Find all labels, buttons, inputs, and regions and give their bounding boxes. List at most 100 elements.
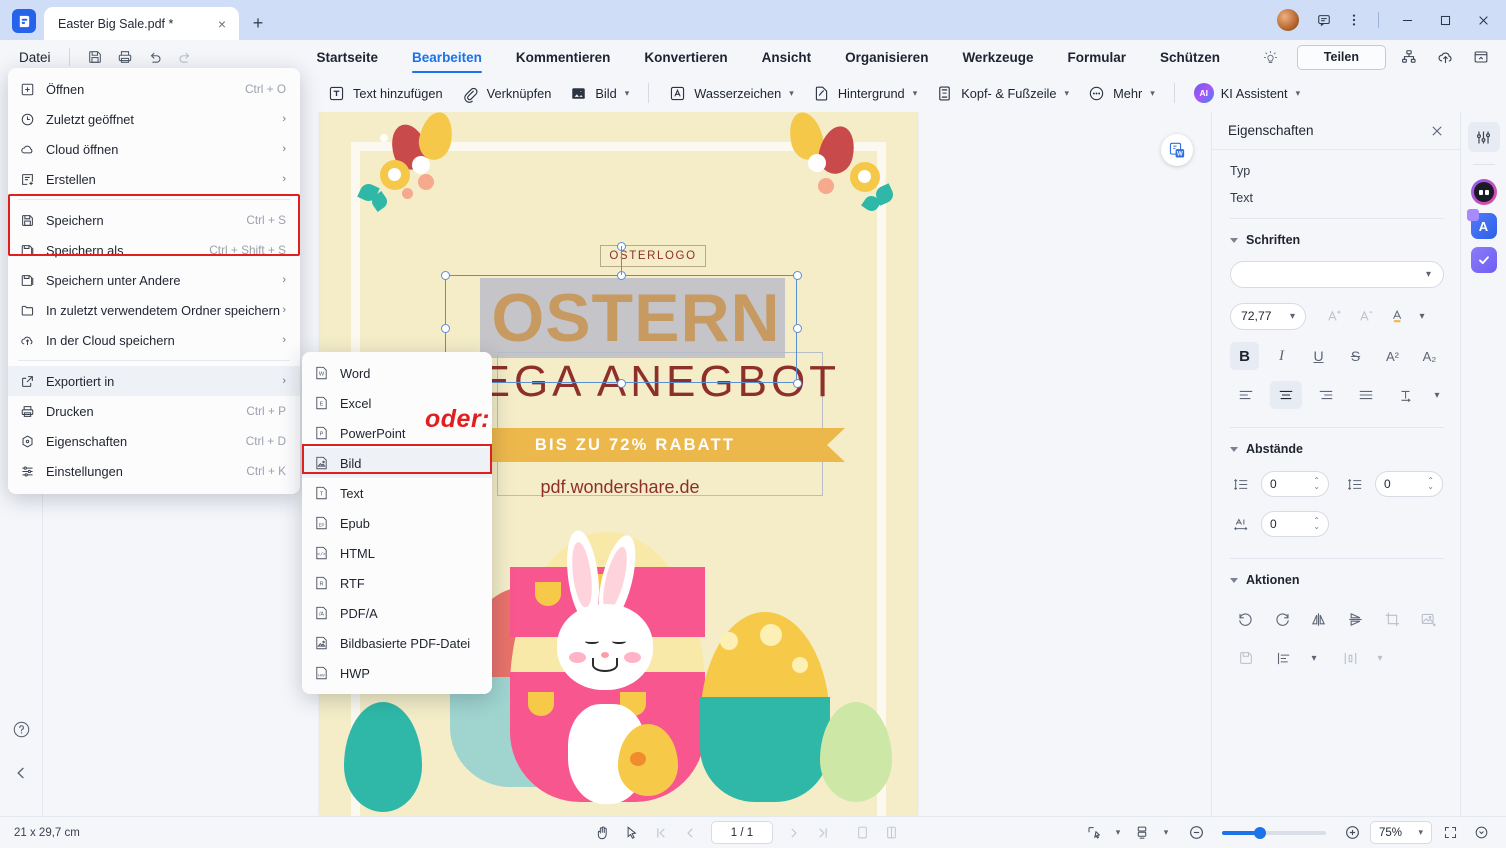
menu-item-einstellungen[interactable]: Einstellungen Ctrl + K xyxy=(8,456,300,486)
share-button[interactable]: Teilen xyxy=(1296,44,1386,70)
stepper-arrows[interactable]: ⌃ ⌄ xyxy=(1313,477,1320,491)
menu-item-speichern[interactable]: Speichern Ctrl + S xyxy=(8,205,300,235)
tab-formular[interactable]: Formular xyxy=(1050,40,1143,74)
page-indicator[interactable]: 1 / 1 xyxy=(711,821,773,844)
font-size-select[interactable]: 72,77 ▾ xyxy=(1230,302,1306,330)
submenu-item-epub[interactable]: EP Epub xyxy=(302,508,492,538)
stepper-arrows[interactable]: ⌃ ⌄ xyxy=(1427,477,1434,491)
tab-ansicht[interactable]: Ansicht xyxy=(745,40,829,74)
ai-assistant-button[interactable]: AI KI Assistent ▾ xyxy=(1185,78,1309,108)
menu-item-eigenschaften[interactable]: Eigenschaften Ctrl + D xyxy=(8,426,300,456)
select-tool-icon[interactable] xyxy=(619,821,645,845)
minimize-button[interactable] xyxy=(1390,7,1424,33)
close-icon[interactable] xyxy=(1426,120,1448,142)
resize-handle-bottom-right[interactable] xyxy=(793,379,802,388)
scroll-mode-icon[interactable] xyxy=(1081,821,1107,845)
single-page-view-icon[interactable] xyxy=(849,821,875,845)
translate-app-icon[interactable]: A xyxy=(1466,209,1497,239)
new-tab-button[interactable]: + xyxy=(243,8,273,38)
collapse-ribbon-icon[interactable] xyxy=(1468,44,1494,70)
document-tab[interactable]: Easter Big Sale.pdf * × xyxy=(44,7,239,40)
font-family-select[interactable]: ▾ xyxy=(1230,261,1444,288)
submenu-item-bildbasierte-pdf-datei[interactable]: Bildbasierte PDF-Datei xyxy=(302,628,492,658)
align-objects-dropdown[interactable]: ▾ xyxy=(1306,644,1322,672)
chevron-left-icon[interactable] xyxy=(8,760,34,786)
page-layout-icon[interactable] xyxy=(1129,821,1155,845)
menu-item-oeffnen[interactable]: Öffnen Ctrl + O xyxy=(8,74,300,104)
flip-vertical-icon[interactable] xyxy=(1340,605,1371,633)
close-window-button[interactable] xyxy=(1466,7,1500,33)
underline-button[interactable]: U xyxy=(1304,342,1333,370)
spacing-section-header[interactable]: Abstände xyxy=(1230,442,1444,456)
more-options-icon[interactable] xyxy=(1468,821,1494,845)
maximize-button[interactable] xyxy=(1428,7,1462,33)
link-button[interactable]: Verknüpfen xyxy=(452,78,561,108)
resize-handle-mid-left[interactable] xyxy=(441,324,450,333)
tips-bulb-icon[interactable] xyxy=(1255,42,1285,72)
page-layout-dropdown[interactable]: ▾ xyxy=(1160,821,1172,845)
superscript-button[interactable]: A² xyxy=(1378,342,1407,370)
text-direction-button[interactable] xyxy=(1390,381,1422,409)
bold-button[interactable]: B xyxy=(1230,342,1259,370)
text-direction-dropdown[interactable]: ▾ xyxy=(1430,381,1444,409)
increase-font-size-button[interactable] xyxy=(1318,302,1350,330)
zoom-level-select[interactable]: 75% ▾ xyxy=(1370,821,1432,844)
char-spacing-input[interactable]: 0 ⌃ ⌄ xyxy=(1261,511,1329,537)
menu-item-exportiert-in[interactable]: Exportiert in › xyxy=(8,366,300,396)
menu-item-erstellen[interactable]: Erstellen › xyxy=(8,164,300,194)
subscript-button[interactable]: A₂ xyxy=(1415,342,1444,370)
close-icon[interactable]: × xyxy=(211,13,233,35)
align-center-button[interactable] xyxy=(1270,381,1302,409)
zoom-slider-knob[interactable] xyxy=(1254,826,1266,839)
file-dropdown-menu[interactable]: Öffnen Ctrl + O Zuletzt geöffnet › Cloud… xyxy=(8,68,300,494)
submenu-item-text[interactable]: T Text xyxy=(302,478,492,508)
submenu-item-pdfa[interactable]: /A PDF/A xyxy=(302,598,492,628)
menu-item-cloud-oeffnen[interactable]: Cloud öffnen › xyxy=(8,134,300,164)
stepper-arrows[interactable]: ⌃ ⌄ xyxy=(1313,517,1320,531)
more-menu-icon[interactable] xyxy=(1341,7,1367,33)
rotate-right-icon[interactable] xyxy=(1267,605,1298,633)
menu-item-speichern-unter-andere[interactable]: Speichern unter Andere › xyxy=(8,265,300,295)
more-button[interactable]: Mehr ▾ xyxy=(1078,78,1164,108)
hand-tool-icon[interactable] xyxy=(590,821,616,845)
decrease-font-size-button[interactable] xyxy=(1350,302,1382,330)
zoom-in-icon[interactable] xyxy=(1339,821,1365,845)
properties-panel-icon[interactable] xyxy=(1467,122,1500,152)
font-color-button[interactable] xyxy=(1382,302,1414,330)
fonts-section-header[interactable]: Schriften xyxy=(1230,233,1444,247)
resize-handle-top-left[interactable] xyxy=(441,271,450,280)
osterlogo-textbox[interactable]: OSTERLOGO xyxy=(600,245,706,267)
save-icon[interactable] xyxy=(80,44,110,70)
add-text-button[interactable]: Text hinzufügen xyxy=(318,78,452,108)
undo-icon[interactable] xyxy=(140,44,170,70)
strikethrough-button[interactable]: S xyxy=(1341,342,1370,370)
tab-kommentieren[interactable]: Kommentieren xyxy=(499,40,628,74)
rotate-left-icon[interactable] xyxy=(1230,605,1261,633)
facing-page-view-icon[interactable] xyxy=(878,821,904,845)
menu-item-in-zuletzt-verwendetem-ordner-speichern[interactable]: In zuletzt verwendetem Ordner speichern … xyxy=(8,295,300,325)
cloud-upload-icon[interactable] xyxy=(1432,44,1458,70)
line-spacing-input[interactable]: 0 ⌃ ⌄ xyxy=(1261,471,1329,497)
convert-to-word-badge[interactable]: W xyxy=(1161,134,1193,166)
align-justify-button[interactable] xyxy=(1350,381,1382,409)
align-objects-icon[interactable] xyxy=(1268,644,1300,672)
italic-button[interactable]: I xyxy=(1267,342,1296,370)
align-left-button[interactable] xyxy=(1230,381,1262,409)
file-menu-button[interactable]: Datei xyxy=(13,47,57,68)
submenu-item-rtf[interactable]: R RTF xyxy=(302,568,492,598)
tab-startseite[interactable]: Startseite xyxy=(300,40,396,74)
tab-werkzeuge[interactable]: Werkzeuge xyxy=(945,40,1050,74)
tab-konvertieren[interactable]: Konvertieren xyxy=(627,40,744,74)
fullscreen-icon[interactable] xyxy=(1437,821,1463,845)
workflow-share-icon[interactable] xyxy=(1396,44,1422,70)
align-right-button[interactable] xyxy=(1310,381,1342,409)
submenu-item-bild[interactable]: Bild xyxy=(302,448,492,478)
menu-item-zuletzt-geoeffnet[interactable]: Zuletzt geöffnet › xyxy=(8,104,300,134)
menu-item-speichern-als[interactable]: Speichern als Ctrl + Shift + S xyxy=(8,235,300,265)
paragraph-spacing-input[interactable]: 0 ⌃ ⌄ xyxy=(1375,471,1443,497)
font-color-dropdown[interactable]: ▾ xyxy=(1414,302,1430,330)
menu-item-druc‌ken[interactable]: Drucken Ctrl + P xyxy=(8,396,300,426)
zoom-slider[interactable] xyxy=(1222,826,1326,839)
resize-handle-bottom-center[interactable] xyxy=(617,379,626,388)
image-button[interactable]: Bild ▾ xyxy=(560,78,638,108)
